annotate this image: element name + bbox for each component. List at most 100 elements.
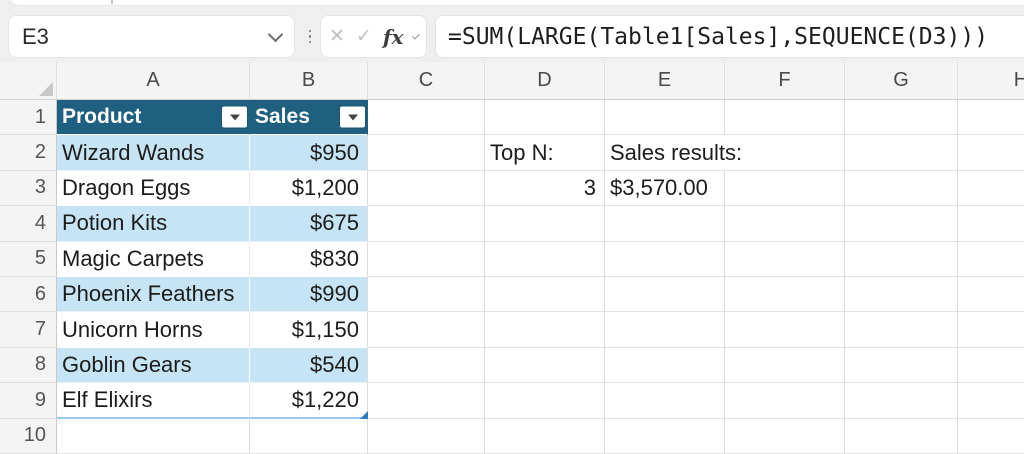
cell-E4[interactable] bbox=[605, 206, 725, 241]
cell-H3[interactable] bbox=[958, 171, 1024, 206]
cell-G6[interactable] bbox=[845, 277, 958, 312]
cell-F5[interactable] bbox=[725, 242, 845, 277]
cell-D8[interactable] bbox=[485, 348, 605, 383]
cell-B5[interactable]: $830 bbox=[250, 242, 368, 277]
cell-A7[interactable]: Unicorn Horns bbox=[57, 312, 250, 347]
row-header-3[interactable]: 3 bbox=[0, 171, 57, 206]
cell-D10[interactable] bbox=[485, 419, 605, 454]
cell-A5[interactable]: Magic Carpets bbox=[57, 242, 250, 277]
cell-F7[interactable] bbox=[725, 312, 845, 347]
column-header-D[interactable]: D bbox=[485, 62, 605, 100]
row-header-7[interactable]: 7 bbox=[0, 312, 57, 347]
cell-C4[interactable] bbox=[368, 206, 485, 241]
cell-D2[interactable]: Top N: bbox=[485, 135, 605, 170]
cell-G9[interactable] bbox=[845, 383, 958, 418]
cell-D1[interactable] bbox=[485, 100, 605, 135]
cell-A4[interactable]: Potion Kits bbox=[57, 206, 250, 241]
cell-E9[interactable] bbox=[605, 383, 725, 418]
cell-H6[interactable] bbox=[958, 277, 1024, 312]
cell-C1[interactable] bbox=[368, 100, 485, 135]
cell-F1[interactable] bbox=[725, 100, 845, 135]
cell-G1[interactable] bbox=[845, 100, 958, 135]
name-box[interactable]: E3 bbox=[8, 15, 295, 58]
cell-E2[interactable]: Sales results: bbox=[605, 135, 725, 170]
cell-H5[interactable] bbox=[958, 242, 1024, 277]
cell-E8[interactable] bbox=[605, 348, 725, 383]
cell-G3[interactable] bbox=[845, 171, 958, 206]
formula-input[interactable]: =SUM(LARGE(Table1[Sales],SEQUENCE(D3))) bbox=[435, 15, 1024, 58]
insert-function-icon[interactable]: fx bbox=[383, 27, 404, 47]
cell-F2[interactable] bbox=[725, 135, 845, 170]
cell-E10[interactable] bbox=[605, 419, 725, 454]
cell-D5[interactable] bbox=[485, 242, 605, 277]
row-header-6[interactable]: 6 bbox=[0, 277, 57, 312]
cell-G10[interactable] bbox=[845, 419, 958, 454]
cell-B3[interactable]: $1,200 bbox=[250, 171, 368, 206]
cell-E3[interactable]: $3,570.00 bbox=[605, 171, 725, 206]
cell-A2[interactable]: Wizard Wands bbox=[57, 135, 250, 170]
cell-A1[interactable]: Product bbox=[57, 100, 250, 135]
row-header-4[interactable]: 4 bbox=[0, 206, 57, 241]
cell-G8[interactable] bbox=[845, 348, 958, 383]
row-header-5[interactable]: 5 bbox=[0, 242, 57, 277]
cell-D3[interactable]: 3 bbox=[485, 171, 605, 206]
cell-D6[interactable] bbox=[485, 277, 605, 312]
cell-C8[interactable] bbox=[368, 348, 485, 383]
cell-B1[interactable]: Sales bbox=[250, 100, 368, 135]
cell-C7[interactable] bbox=[368, 312, 485, 347]
cell-H8[interactable] bbox=[958, 348, 1024, 383]
filter-button-product[interactable] bbox=[222, 107, 247, 128]
cell-G7[interactable] bbox=[845, 312, 958, 347]
cell-G2[interactable] bbox=[845, 135, 958, 170]
name-box-chevron-icon[interactable] bbox=[268, 26, 284, 42]
cell-A3[interactable]: Dragon Eggs bbox=[57, 171, 250, 206]
cell-D9[interactable] bbox=[485, 383, 605, 418]
column-header-F[interactable]: F bbox=[725, 62, 845, 100]
column-header-E[interactable]: E bbox=[605, 62, 725, 100]
table-resize-handle[interactable] bbox=[360, 411, 368, 419]
grip-dots-icon[interactable] bbox=[304, 15, 316, 58]
cell-B7[interactable]: $1,150 bbox=[250, 312, 368, 347]
cell-G5[interactable] bbox=[845, 242, 958, 277]
cell-D4[interactable] bbox=[485, 206, 605, 241]
cell-C2[interactable] bbox=[368, 135, 485, 170]
cell-A8[interactable]: Goblin Gears bbox=[57, 348, 250, 383]
row-header-10[interactable]: 10 bbox=[0, 419, 57, 454]
cell-C5[interactable] bbox=[368, 242, 485, 277]
row-header-8[interactable]: 8 bbox=[0, 348, 57, 383]
cell-H10[interactable] bbox=[958, 419, 1024, 454]
column-header-C[interactable]: C bbox=[368, 62, 485, 100]
cell-E5[interactable] bbox=[605, 242, 725, 277]
cell-C6[interactable] bbox=[368, 277, 485, 312]
cell-C10[interactable] bbox=[368, 419, 485, 454]
cell-F3[interactable] bbox=[725, 171, 845, 206]
cell-E1[interactable] bbox=[605, 100, 725, 135]
cell-C9[interactable] bbox=[368, 383, 485, 418]
cell-H7[interactable] bbox=[958, 312, 1024, 347]
column-header-H[interactable]: H bbox=[958, 62, 1024, 100]
cell-F9[interactable] bbox=[725, 383, 845, 418]
cell-A6[interactable]: Phoenix Feathers bbox=[57, 277, 250, 312]
row-header-1[interactable]: 1 bbox=[0, 100, 57, 135]
cell-B4[interactable]: $675 bbox=[250, 206, 368, 241]
cell-B8[interactable]: $540 bbox=[250, 348, 368, 383]
cell-G4[interactable] bbox=[845, 206, 958, 241]
cell-E6[interactable] bbox=[605, 277, 725, 312]
select-all-corner[interactable] bbox=[0, 62, 57, 100]
cell-F4[interactable] bbox=[725, 206, 845, 241]
cell-H9[interactable] bbox=[958, 383, 1024, 418]
enter-icon[interactable]: ✓ bbox=[356, 27, 372, 46]
fx-chevron-icon[interactable] bbox=[412, 31, 420, 39]
cell-B10[interactable] bbox=[250, 419, 368, 454]
row-header-2[interactable]: 2 bbox=[0, 135, 57, 170]
cell-F6[interactable] bbox=[725, 277, 845, 312]
cell-H1[interactable] bbox=[958, 100, 1024, 135]
cell-H4[interactable] bbox=[958, 206, 1024, 241]
cancel-icon[interactable]: ✕ bbox=[329, 27, 345, 46]
cell-A10[interactable] bbox=[57, 419, 250, 454]
row-header-9[interactable]: 9 bbox=[0, 383, 57, 418]
cell-F10[interactable] bbox=[725, 419, 845, 454]
cell-B2[interactable]: $950 bbox=[250, 135, 368, 170]
cell-H2[interactable] bbox=[958, 135, 1024, 170]
cell-A9[interactable]: Elf Elixirs bbox=[57, 383, 250, 418]
